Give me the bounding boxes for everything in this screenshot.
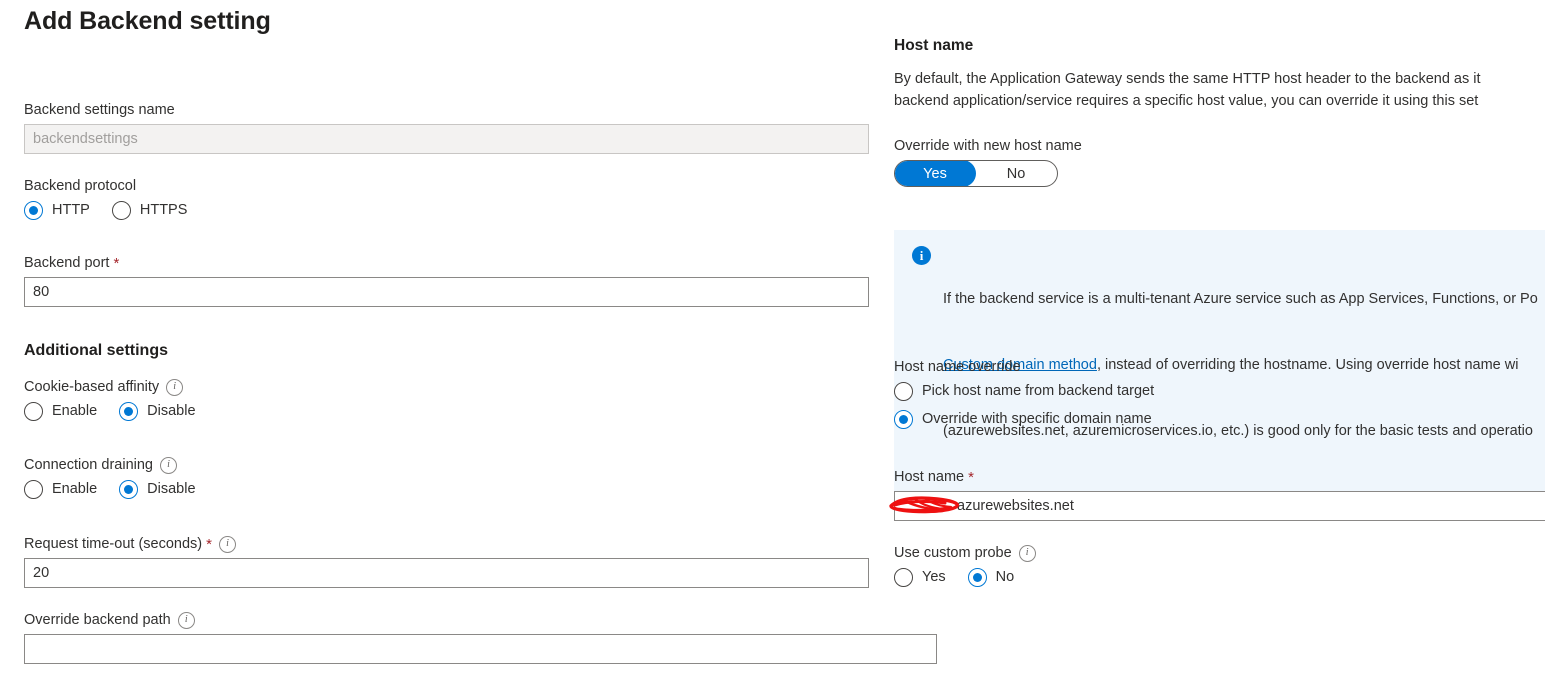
host-name-section-title: Host name xyxy=(894,37,974,54)
backend-port-label: Backend port * xyxy=(24,254,120,272)
connection-draining-label: Connection draining i xyxy=(24,455,210,475)
info-banner-line-1: If the backend service is a multi-tenant… xyxy=(943,291,1538,307)
add-backend-setting-page: Add Backend setting Backend settings nam… xyxy=(0,0,1545,687)
connection-draining-group: Connection draining i Enable Disable xyxy=(24,455,210,499)
radio-indicator-http xyxy=(24,200,43,220)
override-with-new-host-name-label: Override with new host name xyxy=(894,138,1082,154)
radio-option-pick-host-name-from-backend-target[interactable]: Pick host name from backend target xyxy=(894,381,1154,401)
info-icon[interactable]: i xyxy=(166,378,184,396)
radio-indicator-cookie-disable xyxy=(119,401,139,421)
radio-option-cookie-disable[interactable]: Disable xyxy=(119,401,196,421)
radio-indicator-probe-yes xyxy=(894,567,913,587)
radio-option-http[interactable]: HTTP xyxy=(24,200,90,220)
radio-option-https[interactable]: HTTPS xyxy=(111,200,187,220)
backend-settings-name-group: Backend settings name backendsettings xyxy=(24,100,869,154)
override-with-new-host-name-toggle[interactable]: Yes No xyxy=(894,160,1058,187)
radio-option-probe-yes[interactable]: Yes xyxy=(894,567,946,587)
radio-indicator-draining-disable xyxy=(119,479,139,499)
info-icon: i xyxy=(912,246,931,265)
host-name-input-wrapper: azurewebsites.net xyxy=(889,491,1545,521)
backend-protocol-group: Backend protocol HTTP HTTPS xyxy=(24,176,201,220)
required-asterisk: * xyxy=(206,535,212,553)
toggle-option-yes[interactable]: Yes xyxy=(895,161,976,186)
left-column: Add Backend setting Backend settings nam… xyxy=(24,0,939,664)
radio-option-override-with-specific-domain-name[interactable]: Override with specific domain name xyxy=(894,409,1154,429)
radio-indicator-cookie-enable xyxy=(24,401,43,421)
backend-protocol-radio-group: HTTP HTTPS xyxy=(24,200,201,220)
request-timeout-group: Request time-out (seconds) * i 20 xyxy=(24,534,869,588)
radio-option-draining-disable[interactable]: Disable xyxy=(119,479,196,499)
use-custom-probe-group: Use custom probe i Yes No xyxy=(894,543,1036,587)
page-title: Add Backend setting xyxy=(24,7,271,35)
required-asterisk: * xyxy=(968,468,974,486)
host-name-override-label: Host name override xyxy=(894,359,1021,375)
host-name-field-label: Host name * xyxy=(894,468,974,486)
backend-port-group: Backend port * 80 xyxy=(24,253,869,307)
radio-indicator-https xyxy=(111,200,131,220)
cookie-based-affinity-label: Cookie-based affinity i xyxy=(24,377,210,397)
radio-option-probe-no[interactable]: No xyxy=(967,567,1014,587)
host-name-section-description-line1: By default, the Application Gateway send… xyxy=(894,71,1481,87)
required-asterisk: * xyxy=(113,254,120,272)
use-custom-probe-radio-group: Yes No xyxy=(894,567,1036,587)
radio-option-cookie-enable[interactable]: Enable xyxy=(24,401,97,421)
info-icon[interactable]: i xyxy=(159,456,177,474)
host-name-override-radio-group: Pick host name from backend target Overr… xyxy=(894,381,1168,429)
backend-settings-name-input[interactable]: backendsettings xyxy=(24,124,869,154)
backend-port-input[interactable]: 80 xyxy=(24,277,869,307)
request-timeout-input[interactable]: 20 xyxy=(24,558,869,588)
override-backend-path-input[interactable] xyxy=(24,634,937,664)
radio-option-draining-enable[interactable]: Enable xyxy=(24,479,97,499)
additional-settings-heading: Additional settings xyxy=(24,342,168,359)
radio-indicator-draining-enable xyxy=(24,479,43,499)
info-icon[interactable]: i xyxy=(1018,544,1036,562)
host-name-override-group: Host name override Pick host name from b… xyxy=(894,357,1168,429)
info-icon[interactable]: i xyxy=(177,611,195,629)
toggle-option-no[interactable]: No xyxy=(975,161,1057,186)
radio-indicator-probe-no xyxy=(967,567,987,587)
cookie-based-affinity-radio-group: Enable Disable xyxy=(24,401,210,421)
override-backend-path-label: Override backend path i xyxy=(24,610,937,630)
cookie-based-affinity-group: Cookie-based affinity i Enable Disable xyxy=(24,377,210,421)
host-name-input[interactable]: azurewebsites.net xyxy=(894,491,1545,521)
host-name-field-group: Host name * azurewebsites.net xyxy=(889,467,1545,521)
host-name-section-description-line2: backend application/service requires a s… xyxy=(894,93,1479,109)
radio-indicator-override-specific-domain xyxy=(894,409,913,429)
override-backend-path-group: Override backend path i xyxy=(24,610,937,664)
request-timeout-label: Request time-out (seconds) * i xyxy=(24,534,869,554)
connection-draining-radio-group: Enable Disable xyxy=(24,479,210,499)
use-custom-probe-label: Use custom probe i xyxy=(894,543,1036,563)
backend-settings-name-label: Backend settings name xyxy=(24,102,175,118)
backend-protocol-label: Backend protocol xyxy=(24,178,137,194)
info-icon[interactable]: i xyxy=(218,535,236,553)
override-with-new-host-name-group: Override with new host name Yes No xyxy=(894,136,1082,187)
radio-indicator-pick-host-name xyxy=(894,381,913,401)
